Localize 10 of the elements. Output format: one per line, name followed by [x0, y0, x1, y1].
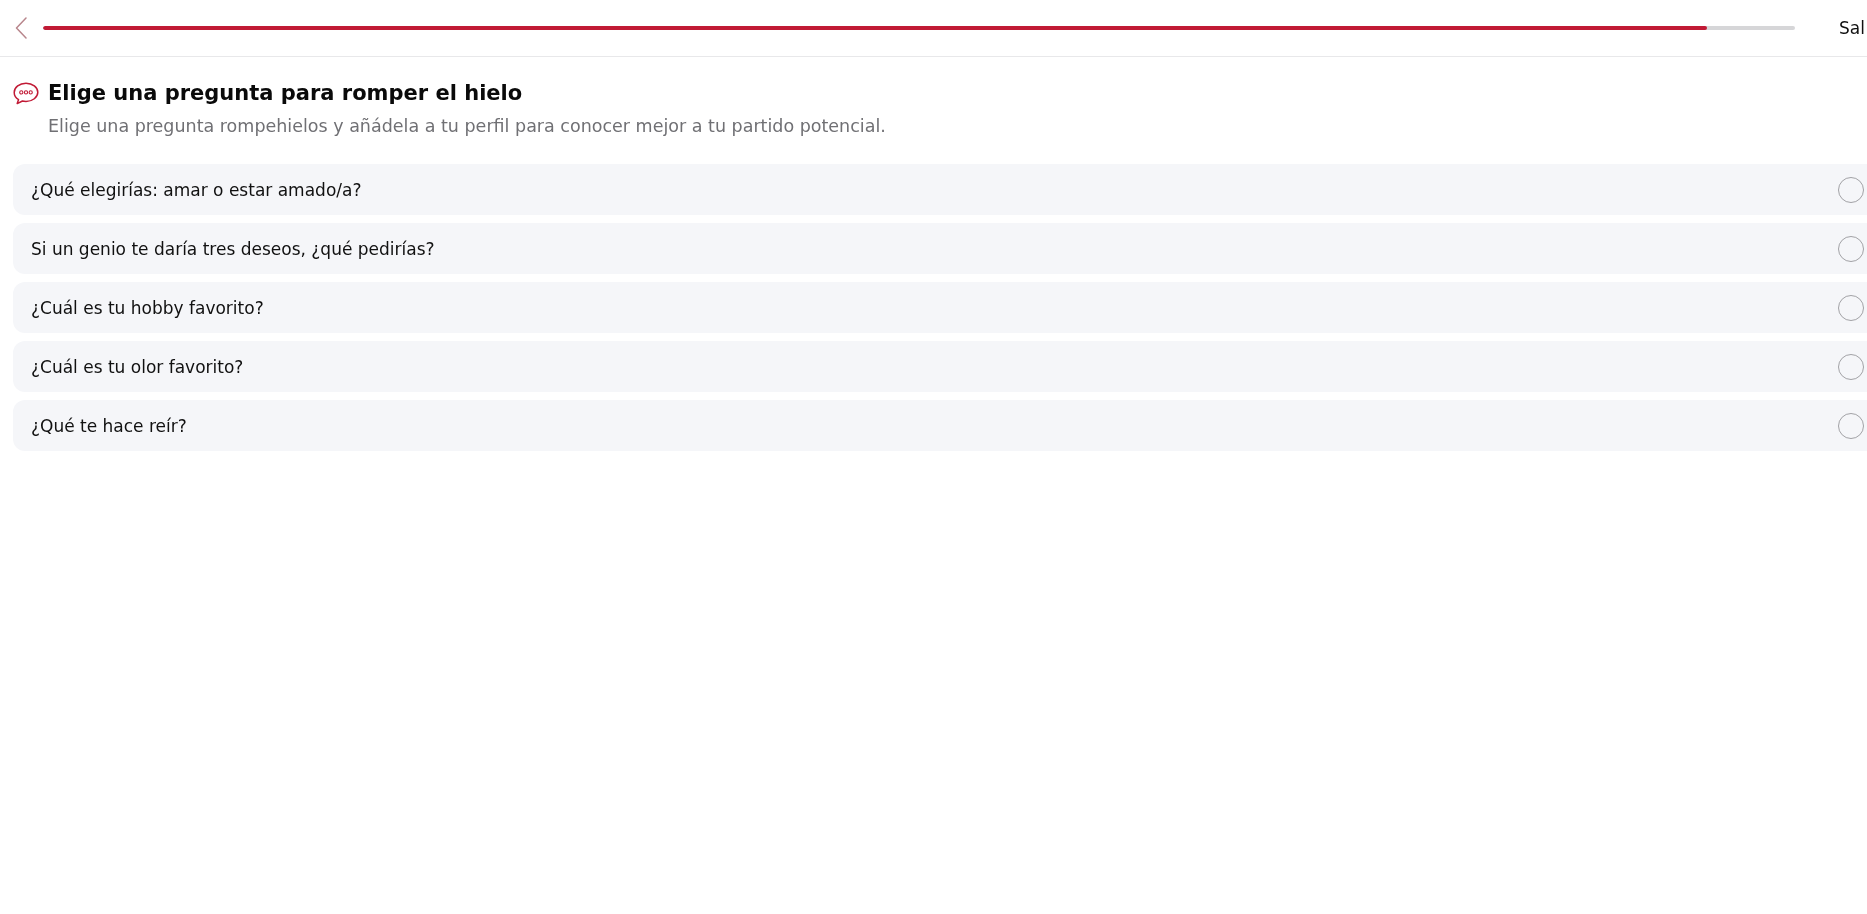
chat-bubble-icon	[13, 81, 39, 105]
question-option[interactable]: ¿Qué te hace reír?	[13, 400, 1867, 451]
section-subtitle: Elige una pregunta rompehielos y añádela a tu perfil para conocer mejor a tu partido potencial.	[48, 116, 887, 136]
question-option[interactable]: Si un genio te daría tres deseos, ¿qué pedirías?	[13, 223, 1867, 274]
chevron-left-icon	[15, 17, 27, 39]
question-option[interactable]: ¿Cuál es tu olor favorito?	[13, 341, 1867, 392]
question-option[interactable]: ¿Cuál es tu hobby favorito?	[13, 282, 1867, 333]
section-title: Elige una pregunta para romper el hielo	[48, 81, 523, 105]
exit-link[interactable]: Sal	[1839, 18, 1867, 38]
question-option[interactable]: ¿Qué elegirías: amar o estar amado/a?	[13, 164, 1867, 215]
